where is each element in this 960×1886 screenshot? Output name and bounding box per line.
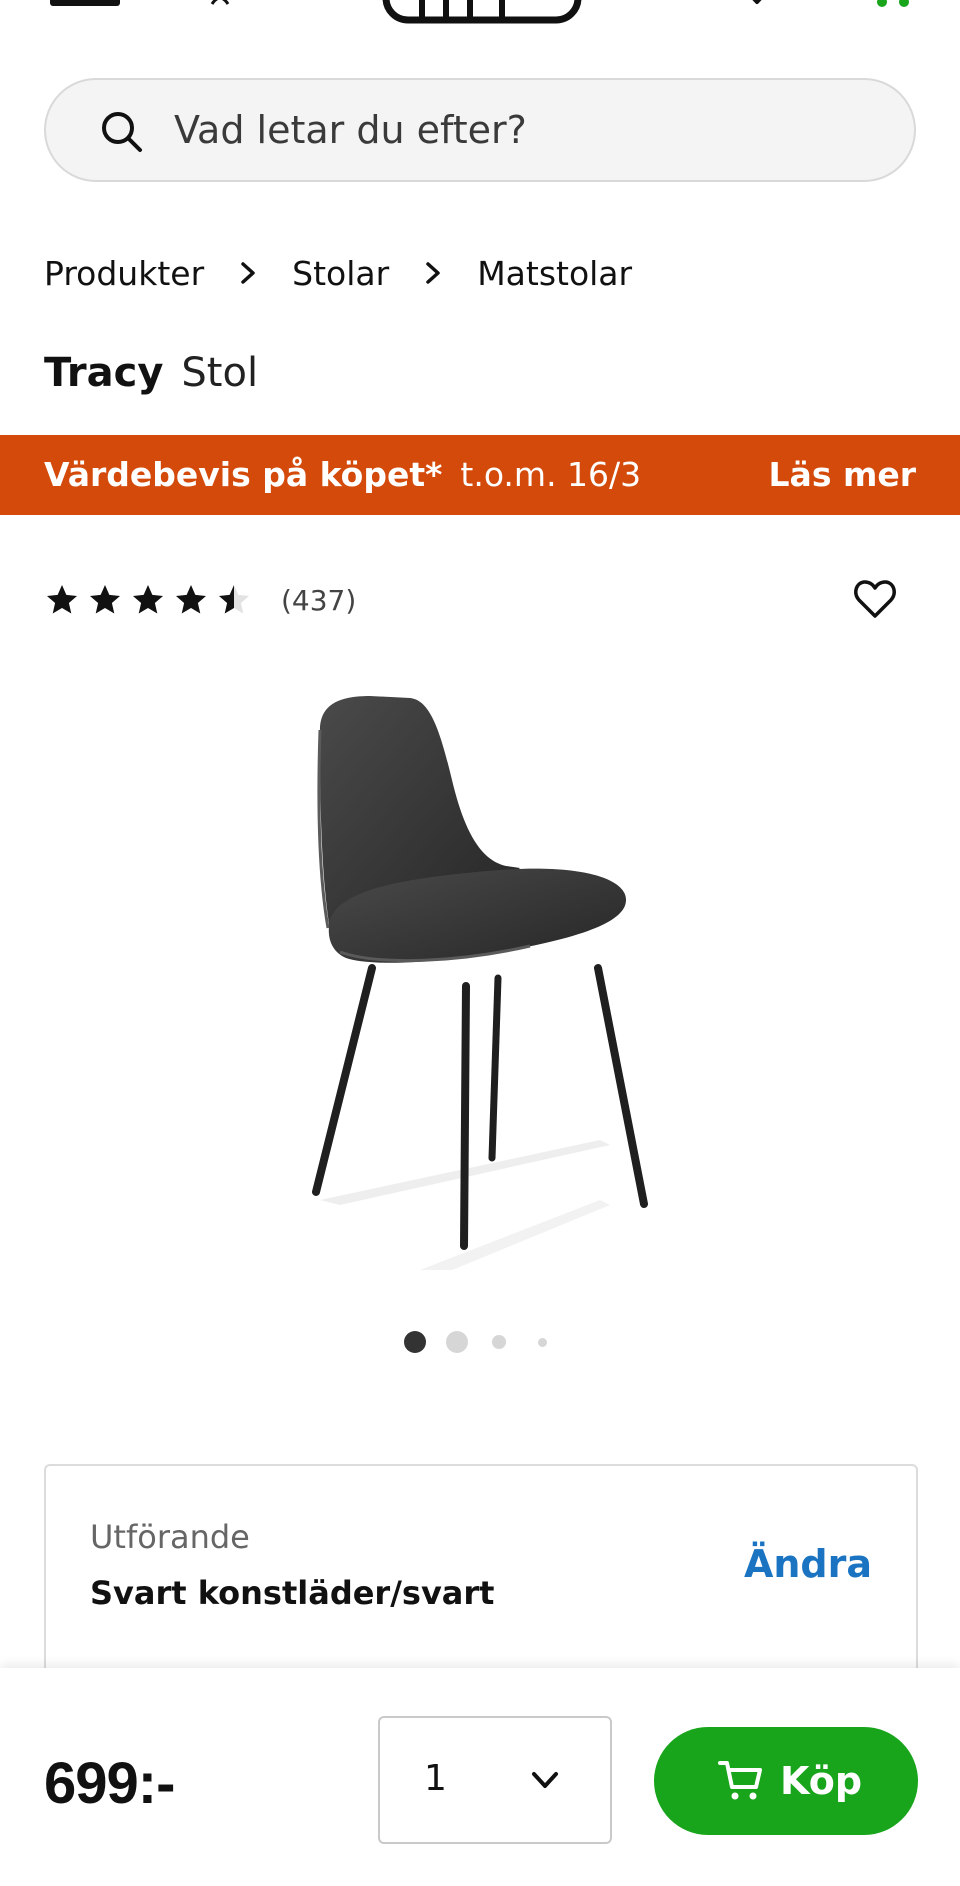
star-icon (47, 585, 77, 614)
product-price: 699:- (44, 1751, 175, 1816)
purchase-bar: 699:- 1 Köp (0, 1668, 960, 1886)
cart-icon[interactable] (874, 0, 914, 10)
chevron-down-icon (532, 1772, 558, 1788)
gallery-dot-active[interactable] (404, 1331, 426, 1353)
account-icon[interactable] (208, 0, 232, 6)
heart-icon[interactable] (853, 578, 897, 620)
top-bar (0, 0, 960, 60)
store-logo[interactable] (382, 0, 582, 24)
breadcrumb: Produkter Stolar Matstolar (44, 248, 632, 298)
menu-icon[interactable] (50, 0, 120, 6)
buy-button[interactable]: Köp (654, 1727, 918, 1835)
cart-icon (718, 1761, 762, 1800)
breadcrumb-item-produkter[interactable]: Produkter (44, 254, 204, 293)
search-input[interactable] (174, 100, 874, 160)
star-icon (90, 585, 120, 614)
heart-icon[interactable] (740, 0, 774, 8)
quantity-select[interactable]: 1 (378, 1716, 612, 1844)
promo-read-more-link[interactable]: Läs mer (769, 455, 916, 494)
variant-value: Svart konstläder/svart (90, 1574, 495, 1612)
breadcrumb-item-stolar[interactable]: Stolar (292, 254, 389, 293)
gallery-dot[interactable] (446, 1331, 468, 1353)
product-image[interactable] (280, 690, 700, 1270)
gallery-pagination[interactable] (404, 1330, 564, 1354)
gallery-dot[interactable] (492, 1335, 506, 1349)
chevron-right-icon (426, 262, 440, 284)
product-rating[interactable]: (437) (44, 578, 356, 622)
promo-date: t.o.m. 16/3 (460, 455, 642, 494)
star-icon (176, 585, 206, 614)
search-bar[interactable] (44, 78, 916, 182)
chevron-right-icon (241, 262, 255, 284)
page-title: Tracy Stol (44, 350, 258, 396)
buy-label: Köp (780, 1759, 863, 1803)
promo-banner[interactable]: Värdebevis på köpet* t.o.m. 16/3 Läs mer (0, 435, 960, 515)
variant-label: Utförande (90, 1518, 250, 1556)
product-name: Tracy (44, 350, 164, 396)
promo-title: Värdebevis på köpet* (44, 455, 443, 494)
product-type: Stol (181, 350, 259, 396)
rating-stars (44, 582, 259, 618)
change-variant-link[interactable]: Ändra (744, 1542, 872, 1586)
star-icon (133, 585, 163, 614)
breadcrumb-item-matstolar[interactable]: Matstolar (477, 254, 632, 293)
quantity-value: 1 (424, 1758, 447, 1799)
variant-selector: Utförande Svart konstläder/svart Ändra (44, 1464, 918, 1694)
gallery-dot[interactable] (538, 1338, 547, 1347)
promo-text: Värdebevis på köpet* t.o.m. 16/3 (44, 455, 641, 494)
search-icon[interactable] (98, 108, 144, 154)
half-star-icon (219, 585, 249, 614)
rating-count[interactable]: (437) (281, 584, 356, 617)
